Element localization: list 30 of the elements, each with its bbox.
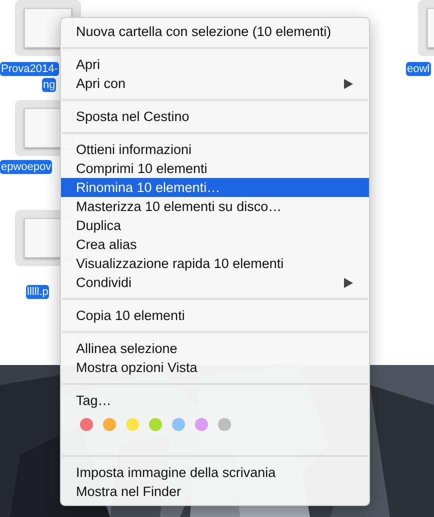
- menu-item[interactable]: Comprimi 10 elementi: [61, 159, 369, 178]
- tag-color-dot[interactable]: [172, 418, 185, 431]
- tag-color-dot[interactable]: [126, 418, 139, 431]
- menu-item[interactable]: Mostra nel Finder: [61, 482, 369, 501]
- file-name[interactable]: ng: [42, 78, 56, 92]
- menu-item[interactable]: Ottieni informazioni: [61, 140, 369, 159]
- menu-item[interactable]: Copia 10 elementi: [61, 306, 369, 325]
- tag-color-dot[interactable]: [218, 418, 231, 431]
- menu-item[interactable]: Rinomina 10 elementi…: [61, 178, 369, 197]
- menu-item[interactable]: Tag…: [61, 391, 369, 410]
- file-name[interactable]: eowl: [406, 62, 431, 76]
- menu-item[interactable]: Masterizza 10 elementi su disco…: [61, 197, 369, 216]
- menu-item[interactable]: Imposta immagine della scrivania: [61, 463, 369, 482]
- tag-color-dot[interactable]: [103, 418, 116, 431]
- file-name[interactable]: epwoepov: [0, 160, 52, 174]
- tag-color-dot[interactable]: [149, 418, 162, 431]
- menu-item[interactable]: Mostra opzioni Vista: [61, 358, 369, 377]
- menu-item[interactable]: Apri con: [61, 74, 369, 93]
- menu-item[interactable]: Visualizzazione rapida 10 elementi: [61, 254, 369, 273]
- menu-item[interactable]: Condividi: [61, 273, 369, 292]
- file-name[interactable]: lllll.p: [26, 285, 50, 299]
- menu-item[interactable]: Apri: [61, 55, 369, 74]
- file-name[interactable]: Prova2014-: [0, 62, 59, 76]
- menu-item[interactable]: Sposta nel Cestino: [61, 107, 369, 126]
- tag-color-dot[interactable]: [80, 418, 93, 431]
- menu-item[interactable]: Crea alias: [61, 235, 369, 254]
- menu-item[interactable]: Nuova cartella con selezione (10 elementi): [61, 22, 369, 41]
- tag-color-dot[interactable]: [195, 418, 208, 431]
- menu-item[interactable]: Allinea selezione: [61, 339, 369, 358]
- menu-item[interactable]: Duplica: [61, 216, 369, 235]
